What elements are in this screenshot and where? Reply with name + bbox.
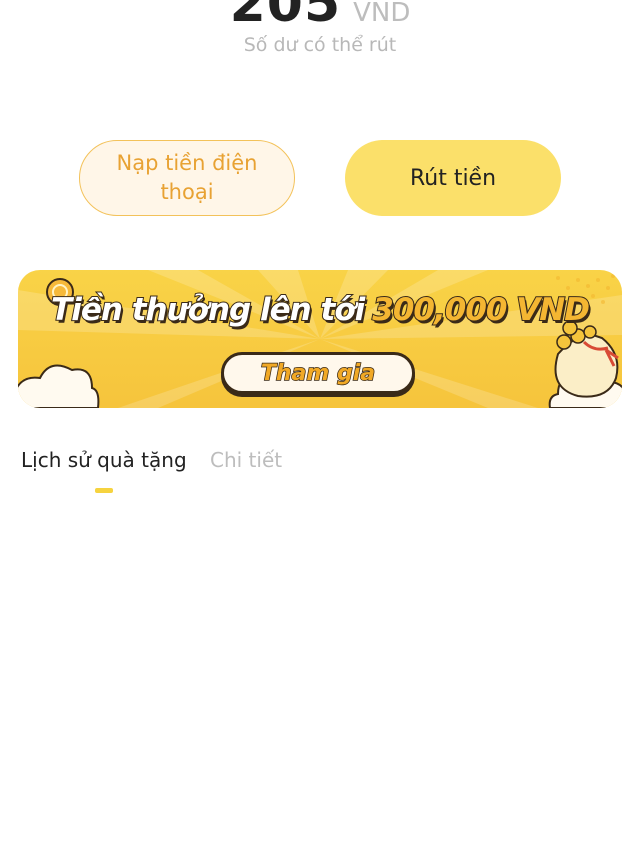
banner-title-amount: 300,000 VND <box>371 291 591 329</box>
tab-detail[interactable]: Chi tiết <box>210 448 282 472</box>
tab-gift-history[interactable]: Lịch sử quà tặng <box>21 448 187 472</box>
balance-label: Số dư có thể rút <box>243 34 397 56</box>
withdraw-label: Rút tiền <box>409 165 497 191</box>
topup-phone-button[interactable]: Nạp tiền điện thoại <box>79 140 295 216</box>
banner-title: Tiền thưởng lên tới 300,000 VND <box>18 291 622 329</box>
wallet-page: 205 VND Số dư có thể rút Nạp tiền điện th… <box>0 0 640 855</box>
promo-banner[interactable]: Tiền thưởng lên tới 300,000 VND Tham gia <box>18 270 622 408</box>
balance-display: 205 VND <box>0 0 640 34</box>
topup-phone-label: Nạp tiền điện thoại <box>116 151 258 204</box>
balance-amount: 205 <box>229 0 342 34</box>
active-tab-indicator <box>95 488 113 493</box>
withdraw-button[interactable]: Rút tiền <box>345 140 561 216</box>
balance-currency: VND <box>353 0 411 28</box>
join-label: Tham gia <box>260 360 376 387</box>
join-button[interactable]: Tham gia <box>221 352 415 394</box>
banner-title-prefix: Tiền thưởng lên tới <box>50 291 366 329</box>
